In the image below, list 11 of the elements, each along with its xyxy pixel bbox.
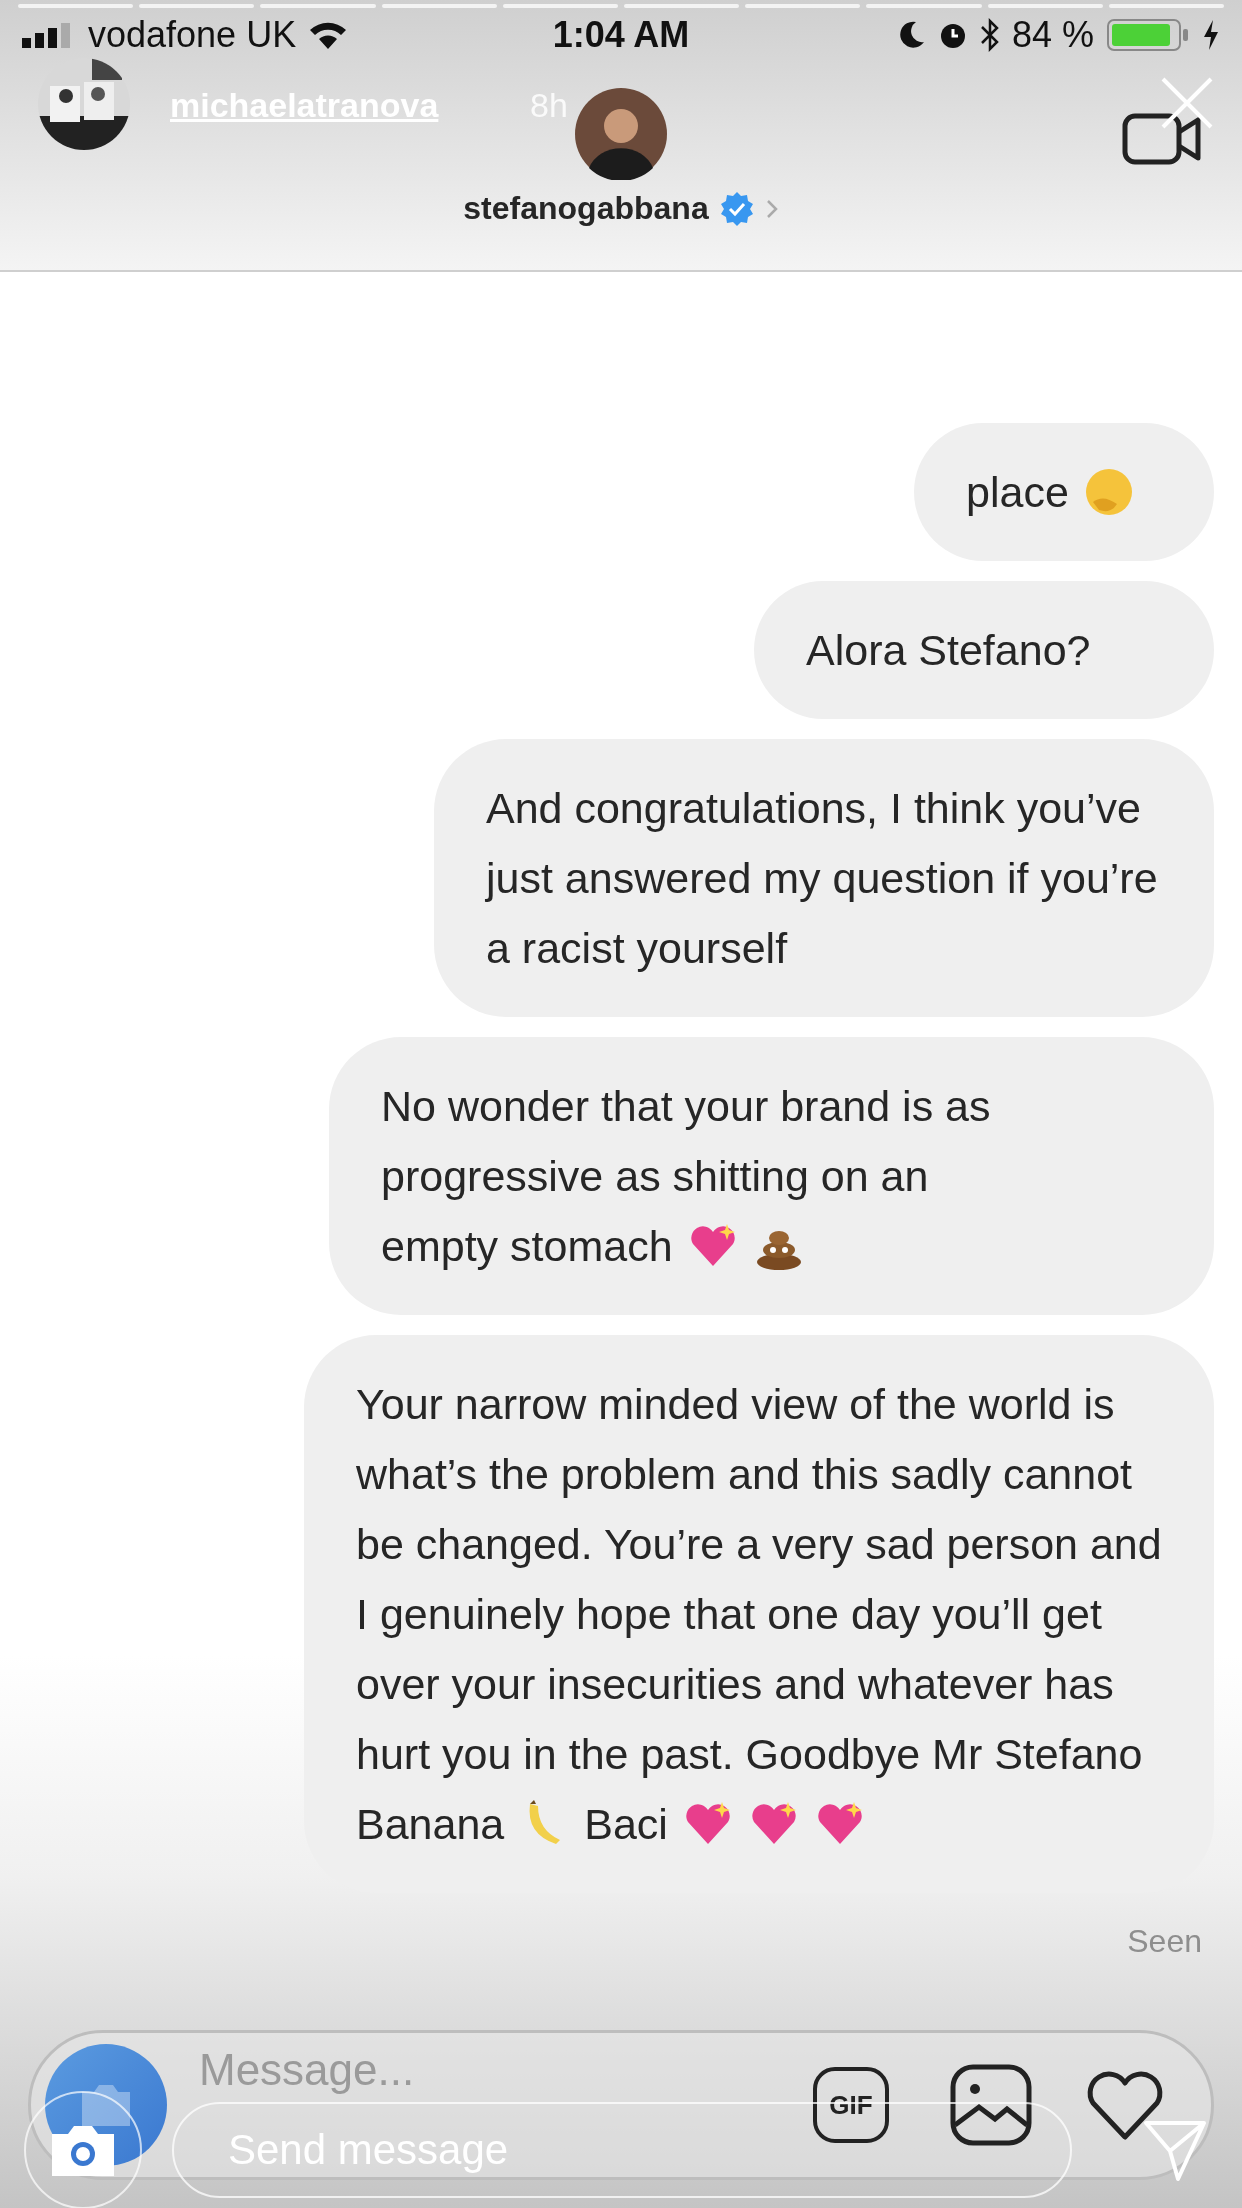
message-text: place <box>966 467 1069 518</box>
clock-time: 1:04 AM <box>552 14 690 56</box>
carrier-name: vodafone UK <box>88 14 297 56</box>
message-text: And congratulations, I think you’ve just answered my question if you’re a racist yourself <box>486 783 1159 974</box>
message-text: Baci <box>584 1799 668 1850</box>
seen-status: Seen <box>1127 1923 1202 1960</box>
message-text: Banana <box>356 1799 505 1850</box>
message-text: empty stomach <box>381 1221 673 1272</box>
message-text: Alora Stefano? <box>806 625 1091 676</box>
battery-percent: 84 % <box>1011 14 1094 56</box>
message-text: Your narrow minded view of the world is what’s the problem and this sadly cannot be changed. You’re a very sad person and I genuinely hope that one day you’ll get over your insecurities and whatever has hurt you in the past. Goodbye Mr Stefano <box>356 1379 1162 1780</box>
